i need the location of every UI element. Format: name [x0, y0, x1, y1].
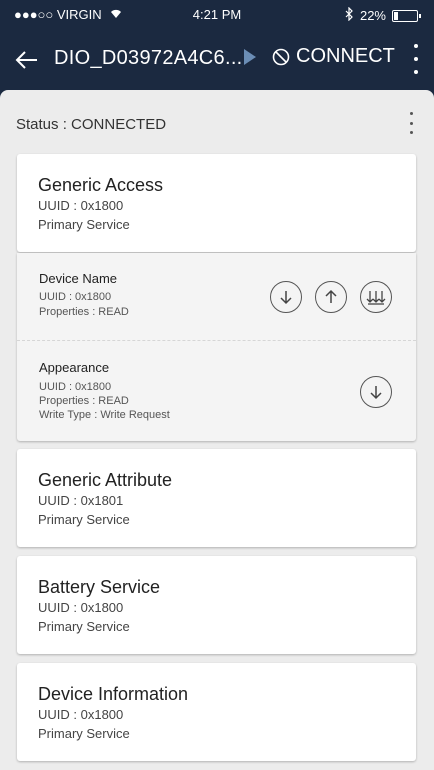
service-uuid: UUID : 0x1800 [38, 198, 124, 213]
notify-button[interactable] [360, 281, 392, 313]
service-card-generic-attribute[interactable]: Generic Attribute UUID : 0x1801 Primary … [17, 449, 416, 547]
play-icon[interactable] [244, 49, 256, 65]
service-type: Primary Service [38, 512, 130, 527]
back-button[interactable] [14, 43, 40, 79]
characteristic-uuid: UUID : 0x1800 [39, 291, 112, 303]
notify-icon [366, 291, 386, 305]
device-name-title: DIO_D03972A4C6... [54, 47, 243, 69]
characteristic-name: Appearance [39, 360, 110, 375]
content-panel: Status : CONNECTED Generic Access UUID :… [0, 90, 434, 770]
status-bar: ●●●○○ VIRGIN 4:21 PM 22% [0, 0, 434, 30]
service-uuid: UUID : 0x1800 [38, 707, 124, 722]
service-card-generic-access[interactable]: Generic Access UUID : 0x1800 Primary Ser… [17, 154, 416, 252]
service-card-device-information[interactable]: Device Information UUID : 0x1800 Primary… [17, 663, 416, 761]
read-icon [370, 386, 382, 400]
service-type: Primary Service [38, 619, 130, 634]
read-icon [280, 291, 292, 305]
service-name: Generic Access [38, 175, 164, 195]
overflow-menu-icon[interactable] [412, 44, 420, 74]
bluetooth-icon [344, 6, 354, 24]
service-name: Battery Service [38, 577, 161, 597]
read-button[interactable] [270, 281, 302, 313]
service-uuid: UUID : 0x1801 [38, 493, 124, 508]
ban-icon [272, 48, 290, 65]
write-button[interactable] [315, 281, 347, 313]
service-card-battery-service[interactable]: Battery Service UUID : 0x1800 Primary Se… [17, 556, 416, 654]
service-uuid: UUID : 0x1800 [38, 600, 124, 615]
service-type: Primary Service [38, 726, 130, 741]
app-bar: DIO_D03972A4C6... CONNECT [0, 30, 434, 90]
characteristic-write-type: Write Type : Write Request [39, 409, 170, 421]
connect-label: CONNECT [296, 45, 395, 67]
status-menu-icon[interactable] [408, 112, 414, 134]
service-type: Primary Service [38, 217, 130, 232]
characteristics-panel: Device Name UUID : 0x1800 Properties : R… [17, 253, 416, 441]
characteristic-properties: Properties : READ [39, 395, 129, 407]
connection-status: Status : CONNECTED [16, 116, 167, 133]
battery-icon [392, 9, 421, 22]
write-icon [325, 289, 337, 303]
characteristic-device-name[interactable]: Device Name UUID : 0x1800 Properties : R… [17, 253, 416, 340]
characteristic-name: Device Name [39, 271, 118, 286]
characteristic-uuid: UUID : 0x1800 [39, 381, 112, 393]
characteristic-appearance[interactable]: Appearance UUID : 0x1800 Properties : RE… [17, 341, 416, 441]
characteristic-properties: Properties : READ [39, 306, 129, 318]
service-name: Generic Attribute [38, 470, 173, 490]
battery-percent: 22% [359, 8, 386, 23]
arrow-left-icon [15, 51, 37, 69]
service-name: Device Information [38, 684, 189, 704]
connect-button[interactable]: CONNECT [272, 45, 395, 68]
read-button[interactable] [360, 376, 392, 408]
